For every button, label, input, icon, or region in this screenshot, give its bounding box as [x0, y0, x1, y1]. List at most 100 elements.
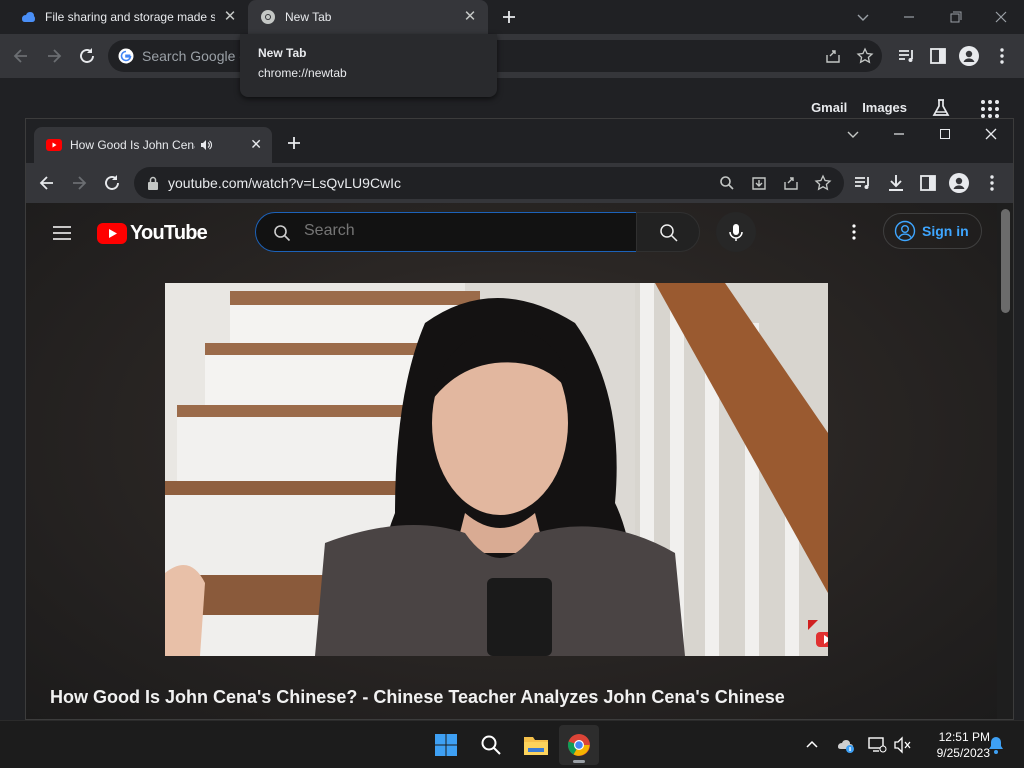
windows-logo-icon: [435, 734, 457, 756]
network-monitor-icon[interactable]: [867, 736, 887, 754]
google-g-icon: [118, 48, 134, 64]
outer-tab-file-sharing[interactable]: File sharing and storage made simple ✕: [0, 0, 248, 34]
ntp-header-links: Gmail Images: [811, 100, 907, 115]
back-arrow-icon[interactable]: [36, 172, 58, 194]
close-tab-icon[interactable]: ✕: [222, 9, 238, 25]
taskbar-clock[interactable]: 12:51 PM 9/25/2023: [918, 729, 990, 761]
search-icon: [480, 734, 502, 756]
speaker-muted-icon[interactable]: [893, 736, 913, 754]
google-apps-grid-icon[interactable]: [980, 99, 1000, 119]
gmail-link[interactable]: Gmail: [811, 100, 847, 115]
file-explorer-button[interactable]: [515, 725, 555, 765]
share-icon[interactable]: [782, 174, 800, 192]
url-text: youtube.com/watch?v=LsQvLU9CwIc: [168, 175, 402, 191]
youtube-play-logo-icon: [97, 222, 127, 244]
taskbar-search-button[interactable]: [471, 725, 511, 765]
search-icon: [658, 222, 680, 244]
inner-omnibox[interactable]: youtube.com/watch?v=LsQvLU9CwIc: [134, 167, 844, 199]
folder-icon: [523, 734, 549, 756]
chrome-logo-icon: [567, 733, 591, 757]
close-tab-icon[interactable]: ✕: [250, 136, 262, 153]
media-controls-icon[interactable]: [896, 45, 918, 67]
minimize-icon[interactable]: [888, 123, 910, 145]
sign-in-label: Sign in: [922, 223, 969, 239]
clock-date: 9/25/2023: [936, 746, 990, 760]
tab-hover-tooltip: New Tab chrome://newtab: [240, 34, 497, 97]
inner-tab-youtube[interactable]: How Good Is John Cena's Chinese? - Chine…: [34, 127, 272, 163]
profile-avatar-icon[interactable]: [948, 172, 970, 194]
restore-icon[interactable]: [944, 6, 966, 28]
forward-arrow-icon[interactable]: [43, 45, 65, 67]
more-menu-icon[interactable]: [991, 45, 1013, 67]
youtube-search-input[interactable]: [304, 222, 624, 240]
reload-icon[interactable]: [101, 172, 123, 194]
images-link[interactable]: Images: [862, 100, 907, 115]
start-button[interactable]: [426, 725, 466, 765]
inner-tab-title: How Good Is John Cena's Chinese? - Chine…: [70, 138, 195, 152]
profile-avatar-icon[interactable]: [958, 45, 980, 67]
windows-taskbar: 12:51 PM 9/25/2023: [0, 720, 1024, 768]
chrome-taskbar-button[interactable]: [559, 725, 599, 765]
chrome-favicon-icon: [260, 9, 276, 25]
video-frame-image: [165, 283, 828, 656]
tooltip-title: New Tab: [258, 46, 307, 60]
more-options-icon[interactable]: [842, 220, 866, 244]
youtube-watermark-icon[interactable]: [808, 620, 828, 656]
cloud-favicon-icon: [20, 9, 36, 25]
bookmark-star-icon[interactable]: [814, 174, 832, 192]
notification-bell-icon[interactable]: [987, 735, 1005, 755]
outer-tab-title: File sharing and storage made simple: [45, 10, 215, 24]
maximize-icon[interactable]: [934, 123, 956, 145]
new-tab-plus-icon[interactable]: [286, 135, 302, 151]
forward-arrow-icon[interactable]: [68, 172, 90, 194]
side-panel-icon[interactable]: [917, 172, 939, 194]
outer-toolbar: Search Google or type a URL: [0, 34, 1024, 78]
install-app-icon[interactable]: [750, 174, 768, 192]
tab-search-chevron-icon[interactable]: [852, 6, 874, 28]
back-arrow-icon[interactable]: [10, 45, 32, 67]
tooltip-url: chrome://newtab: [258, 66, 347, 80]
side-panel-icon[interactable]: [927, 45, 949, 67]
inner-browser-window: How Good Is John Cena's Chinese? - Chine…: [25, 118, 1014, 720]
video-player[interactable]: [165, 283, 828, 656]
close-tab-icon[interactable]: ✕: [462, 9, 478, 25]
active-app-indicator: [573, 760, 585, 763]
search-icon[interactable]: [718, 174, 736, 192]
search-icon: [272, 223, 292, 243]
share-icon[interactable]: [824, 47, 842, 65]
sign-in-button[interactable]: Sign in: [883, 213, 982, 249]
show-hidden-icons-chevron-icon[interactable]: [804, 737, 820, 753]
downloads-icon[interactable]: [885, 172, 907, 194]
outer-tab-strip: File sharing and storage made simple ✕ N…: [0, 0, 1024, 34]
microphone-icon: [726, 222, 746, 242]
outer-tab-title: New Tab: [285, 10, 332, 24]
page-scrollbar[interactable]: [997, 203, 1013, 719]
outer-tab-new-tab[interactable]: New Tab ✕: [248, 0, 488, 34]
hamburger-menu-icon[interactable]: [50, 221, 74, 245]
lock-icon[interactable]: [146, 175, 160, 191]
youtube-search-box[interactable]: [255, 212, 637, 252]
youtube-wordmark: YouTube: [130, 221, 208, 244]
reload-icon[interactable]: [76, 45, 98, 67]
inner-toolbar: youtube.com/watch?v=LsQvLU9CwIc: [26, 163, 1013, 203]
close-window-icon[interactable]: [980, 123, 1002, 145]
new-tab-plus-icon[interactable]: [500, 8, 518, 26]
audio-playing-icon[interactable]: [199, 138, 213, 152]
video-title: How Good Is John Cena's Chinese? - Chine…: [50, 687, 785, 707]
youtube-page: YouTube Sign in: [26, 203, 999, 719]
scrollbar-thumb[interactable]: [1001, 209, 1010, 313]
minimize-icon[interactable]: [898, 6, 920, 28]
youtube-favicon-icon: [46, 139, 62, 151]
labs-flask-icon[interactable]: [930, 97, 952, 119]
account-circle-icon: [894, 220, 916, 242]
clock-time: 12:51 PM: [938, 730, 990, 744]
more-menu-icon[interactable]: [981, 172, 1003, 194]
close-window-icon[interactable]: [990, 6, 1012, 28]
media-controls-icon[interactable]: [852, 172, 874, 194]
voice-search-button[interactable]: [716, 212, 756, 252]
tab-search-chevron-icon[interactable]: [842, 123, 864, 145]
onedrive-status-icon[interactable]: [836, 736, 856, 754]
bookmark-star-icon[interactable]: [856, 47, 874, 65]
youtube-logo[interactable]: YouTube: [97, 220, 208, 246]
youtube-search-button[interactable]: [636, 212, 700, 252]
